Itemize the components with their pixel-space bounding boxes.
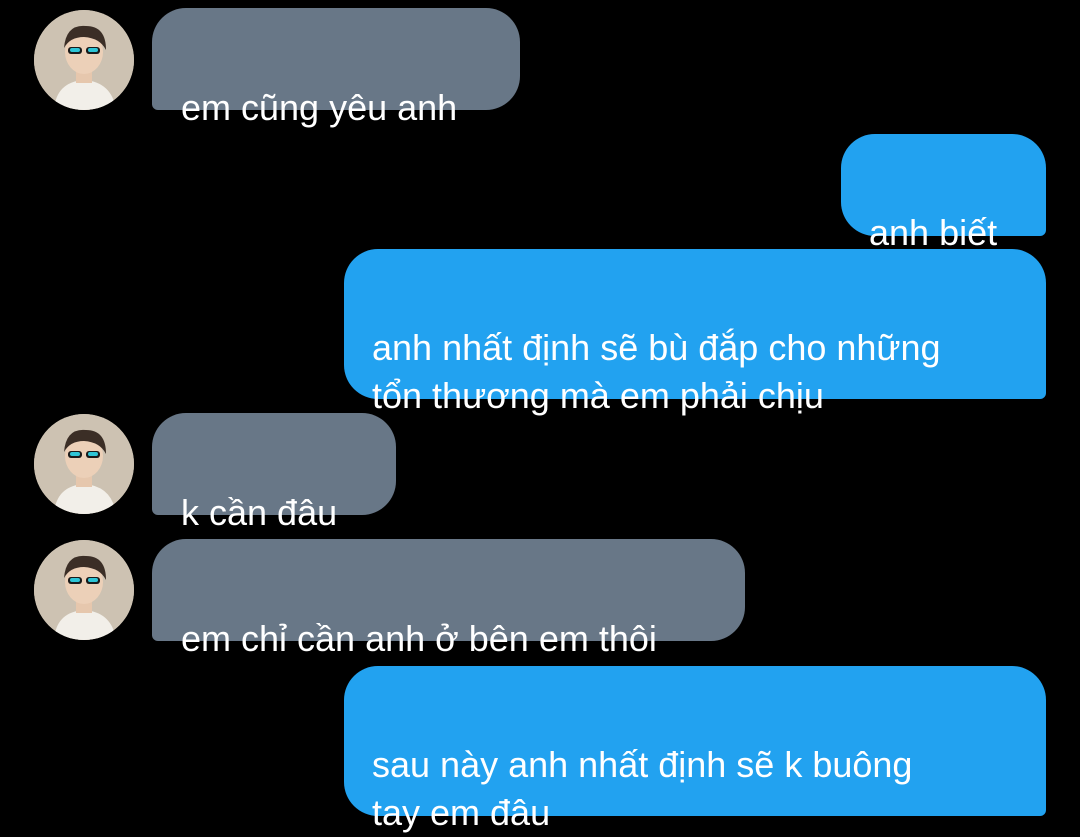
contact-avatar[interactable] bbox=[34, 540, 134, 640]
message-text: k cần đâu bbox=[181, 492, 338, 533]
message-text: anh biết bbox=[869, 212, 998, 253]
incoming-message-bubble[interactable]: em chỉ cần anh ở bên em thôi bbox=[152, 539, 745, 659]
message-text: em chỉ cần anh ở bên em thôi bbox=[181, 618, 657, 659]
contact-avatar[interactable] bbox=[34, 10, 134, 110]
incoming-message-bubble[interactable]: k cần đâu bbox=[152, 413, 396, 533]
avatar-photo-icon bbox=[34, 10, 134, 110]
chat-thread: em cũng yêu anh anh biết anh nhất định s… bbox=[0, 0, 1080, 833]
message-text: anh nhất định sẽ bù đắp cho những tổn th… bbox=[372, 327, 941, 416]
message-text: sau này anh nhất định sẽ k buông tay em … bbox=[372, 744, 913, 833]
contact-avatar[interactable] bbox=[34, 414, 134, 514]
message-text: em cũng yêu anh bbox=[181, 87, 458, 128]
outgoing-message-bubble[interactable]: anh nhất định sẽ bù đắp cho những tổn th… bbox=[344, 249, 1046, 416]
outgoing-message-bubble[interactable]: sau này anh nhất định sẽ k buông tay em … bbox=[344, 666, 1046, 833]
avatar-photo-icon bbox=[34, 414, 134, 514]
incoming-message-bubble[interactable]: em cũng yêu anh bbox=[152, 8, 520, 128]
outgoing-message-bubble[interactable]: anh biết bbox=[841, 134, 1046, 253]
avatar-photo-icon bbox=[34, 540, 134, 640]
